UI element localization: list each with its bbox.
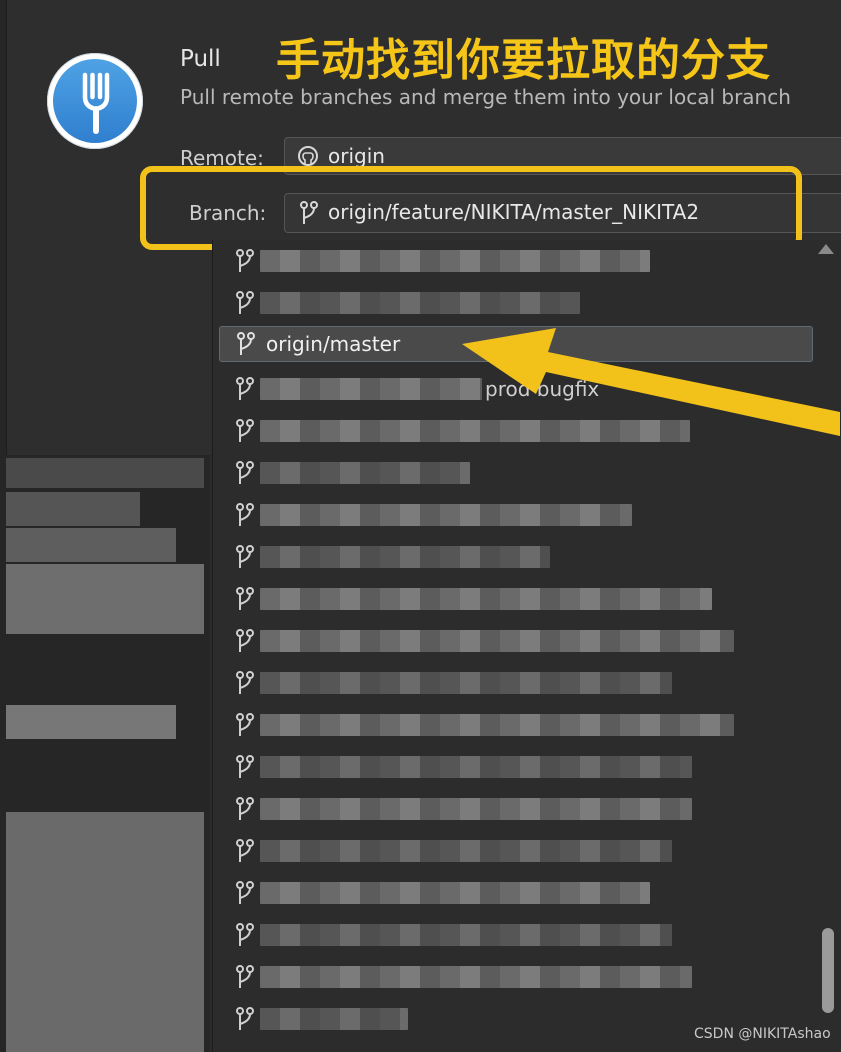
annotation-arrow-icon (462, 328, 840, 436)
watermark: CSDN @NIKITAshao (694, 1026, 831, 1042)
